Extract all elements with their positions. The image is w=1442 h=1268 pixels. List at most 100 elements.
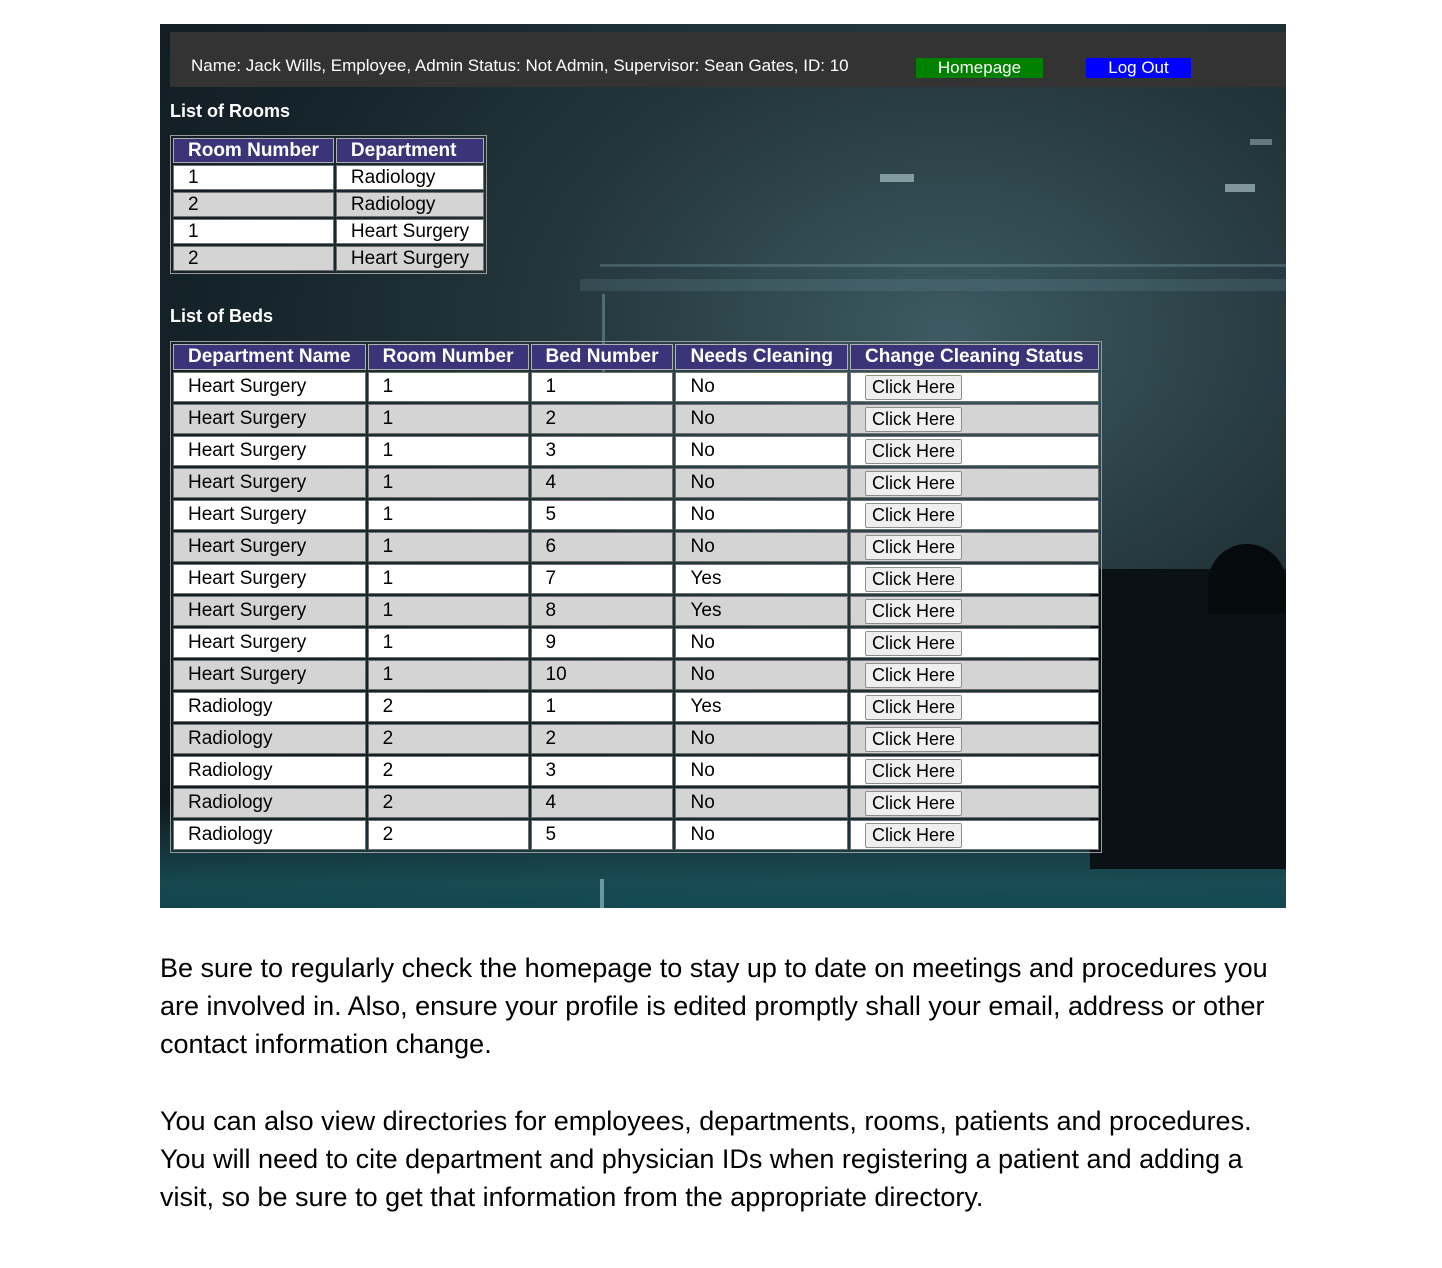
change-status-cell: Click Here: [850, 820, 1099, 850]
room-number-cell: 1: [367, 532, 529, 562]
bed-number-cell: 2: [530, 404, 674, 434]
room-number-cell: 2: [367, 820, 529, 850]
department-name-cell: Heart Surgery: [173, 436, 366, 466]
department-name-cell: Radiology: [173, 820, 366, 850]
change-status-cell: Click Here: [850, 692, 1099, 722]
department-name-cell: Heart Surgery: [173, 468, 366, 498]
column-header: Department: [335, 138, 485, 163]
table-row: Heart Surgery 1 1 No Click Here: [173, 372, 1099, 402]
needs-cleaning-cell: Yes: [675, 596, 849, 626]
table-row: 2 Radiology: [173, 192, 485, 217]
change-cleaning-status-button[interactable]: Click Here: [865, 598, 963, 624]
change-cleaning-status-button[interactable]: Click Here: [865, 726, 963, 752]
needs-cleaning-cell: No: [675, 468, 849, 498]
bed-number-cell: 2: [530, 724, 674, 754]
beds-table: Department Name Room Number Bed Number N…: [170, 341, 1102, 853]
instructions-paragraph-2: You can also view directories for employ…: [160, 1106, 1252, 1212]
table-row: Heart Surgery 1 7 Yes Click Here: [173, 564, 1099, 594]
bed-number-cell: 6: [530, 532, 674, 562]
change-status-cell: Click Here: [850, 756, 1099, 786]
logout-button[interactable]: Log Out: [1086, 58, 1191, 78]
change-cleaning-status-button[interactable]: Click Here: [865, 758, 963, 784]
bed-number-cell: 9: [530, 628, 674, 658]
room-number-cell: 1: [367, 628, 529, 658]
change-cleaning-status-button[interactable]: Click Here: [865, 374, 963, 400]
table-row: Radiology 2 3 No Click Here: [173, 756, 1099, 786]
bed-number-cell: 7: [530, 564, 674, 594]
table-row: Radiology 2 5 No Click Here: [173, 820, 1099, 850]
rooms-table: Room Number Department 1 Radiology 2 Rad…: [170, 135, 488, 274]
background-decoration: [1090, 569, 1286, 869]
department-cell: Heart Surgery: [335, 246, 485, 271]
needs-cleaning-cell: No: [675, 724, 849, 754]
change-cleaning-status-button[interactable]: Click Here: [865, 406, 963, 432]
needs-cleaning-cell: No: [675, 532, 849, 562]
table-row: Heart Surgery 1 3 No Click Here: [173, 436, 1099, 466]
department-cell: Radiology: [335, 192, 485, 217]
change-status-cell: Click Here: [850, 404, 1099, 434]
department-name-cell: Heart Surgery: [173, 628, 366, 658]
table-row: Heart Surgery 1 9 No Click Here: [173, 628, 1099, 658]
table-row: Heart Surgery 1 2 No Click Here: [173, 404, 1099, 434]
room-number-cell: 2: [367, 692, 529, 722]
needs-cleaning-cell: No: [675, 788, 849, 818]
department-name-cell: Heart Surgery: [173, 500, 366, 530]
background-decoration: [880, 174, 914, 182]
change-cleaning-status-button[interactable]: Click Here: [865, 438, 963, 464]
room-number-cell: 1: [367, 596, 529, 626]
header-bar: Name: Jack Wills, Employee, Admin Status…: [170, 32, 1286, 87]
change-cleaning-status-button[interactable]: Click Here: [865, 630, 963, 656]
bed-number-cell: 1: [530, 372, 674, 402]
department-name-cell: Radiology: [173, 724, 366, 754]
department-name-cell: Radiology: [173, 756, 366, 786]
needs-cleaning-cell: Yes: [675, 692, 849, 722]
background-decoration: [580, 279, 1286, 291]
table-row: Heart Surgery 1 4 No Click Here: [173, 468, 1099, 498]
change-cleaning-status-button[interactable]: Click Here: [865, 534, 963, 560]
change-cleaning-status-button[interactable]: Click Here: [865, 566, 963, 592]
change-status-cell: Click Here: [850, 468, 1099, 498]
needs-cleaning-cell: No: [675, 756, 849, 786]
room-number-cell: 1: [367, 404, 529, 434]
room-number-cell: 1: [173, 219, 334, 244]
rooms-heading: List of Rooms: [170, 101, 290, 121]
room-number-cell: 2: [367, 724, 529, 754]
change-cleaning-status-button[interactable]: Click Here: [865, 822, 963, 848]
bed-number-cell: 5: [530, 820, 674, 850]
room-number-cell: 1: [367, 372, 529, 402]
table-row: 1 Radiology: [173, 165, 485, 190]
change-status-cell: Click Here: [850, 564, 1099, 594]
room-number-cell: 1: [173, 165, 334, 190]
change-status-cell: Click Here: [850, 436, 1099, 466]
needs-cleaning-cell: No: [675, 628, 849, 658]
bed-number-cell: 1: [530, 692, 674, 722]
department-cell: Radiology: [335, 165, 485, 190]
department-name-cell: Radiology: [173, 788, 366, 818]
user-info: Name: Jack Wills, Employee, Admin Status…: [191, 56, 849, 75]
room-number-cell: 2: [367, 756, 529, 786]
change-cleaning-status-button[interactable]: Click Here: [865, 502, 963, 528]
room-number-cell: 1: [367, 660, 529, 690]
bed-number-cell: 4: [530, 788, 674, 818]
change-status-cell: Click Here: [850, 724, 1099, 754]
room-number-cell: 1: [367, 436, 529, 466]
change-cleaning-status-button[interactable]: Click Here: [865, 790, 963, 816]
room-number-cell: 1: [367, 500, 529, 530]
change-cleaning-status-button[interactable]: Click Here: [865, 694, 963, 720]
needs-cleaning-cell: No: [675, 436, 849, 466]
needs-cleaning-cell: No: [675, 372, 849, 402]
background-decoration: [600, 264, 1286, 267]
bed-number-cell: 3: [530, 756, 674, 786]
background-decoration: [1225, 184, 1255, 192]
change-cleaning-status-button[interactable]: Click Here: [865, 470, 963, 496]
column-header: Needs Cleaning: [675, 344, 849, 370]
bed-number-cell: 8: [530, 596, 674, 626]
change-cleaning-status-button[interactable]: Click Here: [865, 662, 963, 688]
room-number-cell: 1: [367, 468, 529, 498]
bed-number-cell: 4: [530, 468, 674, 498]
homepage-button[interactable]: Homepage: [916, 58, 1043, 78]
change-status-cell: Click Here: [850, 628, 1099, 658]
change-status-cell: Click Here: [850, 500, 1099, 530]
background-decoration: [1208, 544, 1286, 614]
beds-header-row: Department Name Room Number Bed Number N…: [173, 344, 1099, 370]
